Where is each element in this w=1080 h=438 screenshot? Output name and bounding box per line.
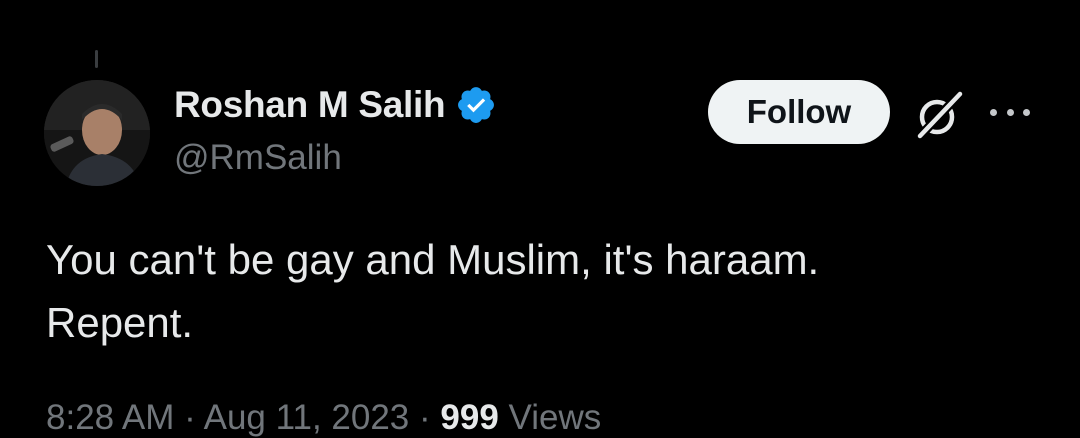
author-handle[interactable]: @RmSalih — [174, 138, 342, 178]
meta-separator: · — [184, 398, 196, 437]
thread-connector-line — [95, 50, 98, 68]
avatar-image — [44, 80, 150, 186]
tweet-text: You can't be gay and Muslim, it's haraam… — [46, 228, 1026, 354]
views-label: Views — [508, 398, 602, 437]
grok-icon[interactable] — [912, 88, 966, 142]
tweet-time[interactable]: 8:28 AM — [46, 398, 174, 437]
views-count: 999 — [440, 398, 499, 437]
tweet-text-line: Repent. — [46, 299, 194, 346]
verified-badge-icon — [458, 87, 495, 123]
follow-button[interactable]: Follow — [708, 80, 890, 144]
avatar[interactable] — [44, 80, 150, 186]
author-display-name[interactable]: Roshan M Salih — [174, 84, 446, 126]
more-options-icon[interactable] — [990, 100, 1030, 124]
tweet-meta: 8:28 AM · Aug 11, 2023 · 999 Views — [46, 398, 601, 438]
tweet-date[interactable]: Aug 11, 2023 — [204, 398, 410, 437]
tweet-text-line: You can't be gay and Muslim, it's haraam… — [46, 236, 820, 283]
meta-separator: · — [419, 398, 431, 437]
